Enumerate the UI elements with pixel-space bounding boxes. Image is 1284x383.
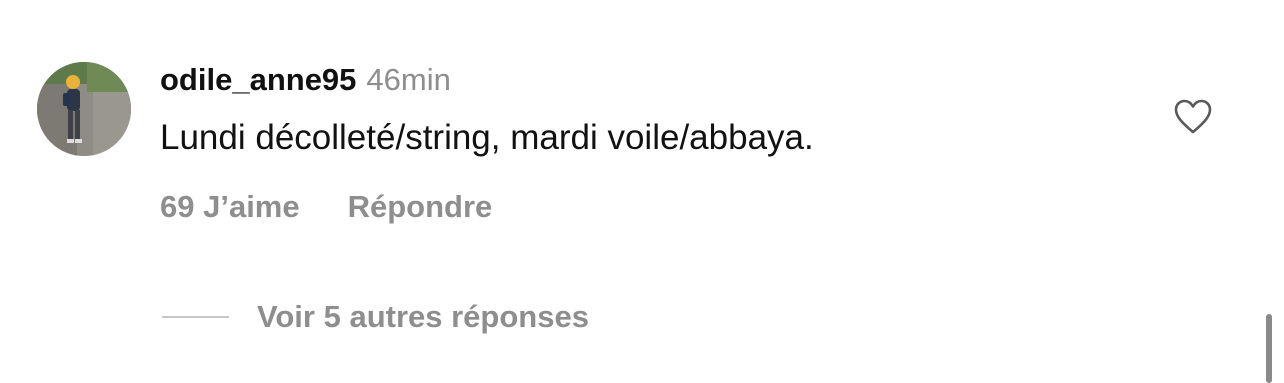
comment-actions: 69 J’aime Répondre [160,187,492,227]
avatar[interactable] [37,62,131,156]
comment-text: Lundi décolleté/string, mardi voile/abba… [160,118,814,157]
reply-button[interactable]: Répondre [348,189,493,224]
heart-outline-icon [1174,99,1212,134]
like-button[interactable] [1174,99,1212,135]
username[interactable]: odile_anne95 [160,62,356,97]
comment: odile_anne95 46min Lundi décolleté/string… [0,0,1284,383]
view-more-replies-label: Voir 5 autres réponses [257,299,589,334]
likes-count[interactable]: 69 J’aime [160,189,300,224]
scrollbar[interactable] [1266,314,1272,383]
replies-divider [162,316,229,318]
view-more-replies-button[interactable]: Voir 5 autres réponses [162,296,589,338]
avatar-photo [37,62,131,156]
comment-header: odile_anne95 46min [160,60,451,100]
timestamp: 46min [366,62,451,97]
